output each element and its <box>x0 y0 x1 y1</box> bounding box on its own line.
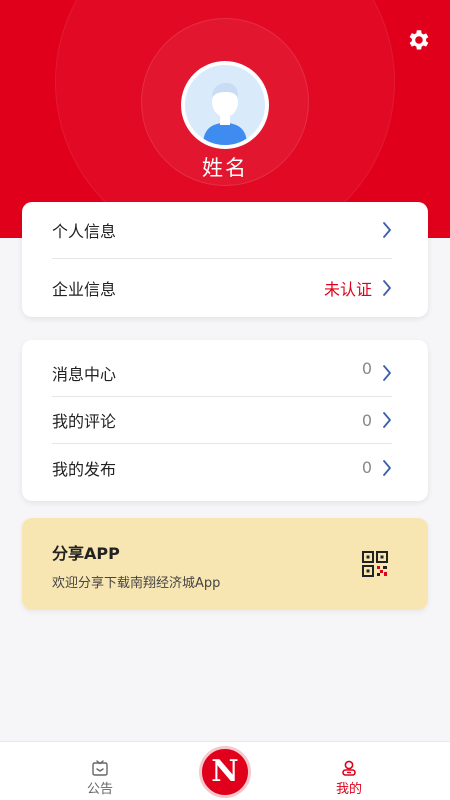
tab-notice[interactable]: 公告 <box>70 760 130 797</box>
menu-item-label: 个人信息 <box>52 222 117 241</box>
verification-status: 未认证 <box>323 279 372 299</box>
tab-mine[interactable]: 我的 <box>319 760 379 797</box>
app-logo-icon[interactable]: N <box>199 746 251 798</box>
notice-icon <box>92 760 108 776</box>
share-app-card[interactable]: 分享APP 欢迎分享下载南翔经济城App <box>22 518 428 610</box>
chevron-right-icon <box>383 365 391 381</box>
account-card: 个人信息 企业信息 未认证 <box>22 202 428 317</box>
user-icon <box>342 760 356 776</box>
avatar[interactable] <box>181 61 269 149</box>
share-title: 分享APP <box>52 544 120 563</box>
comment-count: 0 <box>361 410 372 430</box>
gear-icon[interactable] <box>405 27 431 53</box>
user-name: 姓名 <box>202 156 248 180</box>
menu-item-label: 我的评论 <box>52 412 117 431</box>
avatar-icon <box>185 65 265 145</box>
post-count: 0 <box>361 458 372 477</box>
chevron-right-icon <box>383 412 391 428</box>
chevron-right-icon <box>383 279 391 296</box>
menu-item-label: 我的发布 <box>52 459 117 479</box>
tab-label: 我的 <box>335 782 362 797</box>
message-count: 0 <box>361 358 372 378</box>
menu-item-my-comments[interactable]: 我的评论 0 <box>52 397 392 444</box>
chevron-right-icon <box>383 459 391 476</box>
menu-item-message-center[interactable]: 消息中心 0 <box>52 350 392 397</box>
menu-item-company-info[interactable]: 企业信息 未认证 <box>52 259 392 316</box>
tab-label: 公告 <box>86 782 113 797</box>
menu-item-label: 企业信息 <box>52 279 117 299</box>
share-subtitle: 欢迎分享下载南翔经济城App <box>52 576 221 591</box>
menu-item-my-posts[interactable]: 我的发布 0 <box>52 444 392 491</box>
chevron-right-icon <box>383 222 391 238</box>
qr-code-icon[interactable] <box>362 551 388 577</box>
app-logo-letter: N <box>211 754 239 789</box>
menu-item-personal-info[interactable]: 个人信息 <box>52 202 392 259</box>
activity-card: 消息中心 0 我的评论 0 我的发布 0 <box>22 340 428 501</box>
menu-item-label: 消息中心 <box>52 365 117 384</box>
